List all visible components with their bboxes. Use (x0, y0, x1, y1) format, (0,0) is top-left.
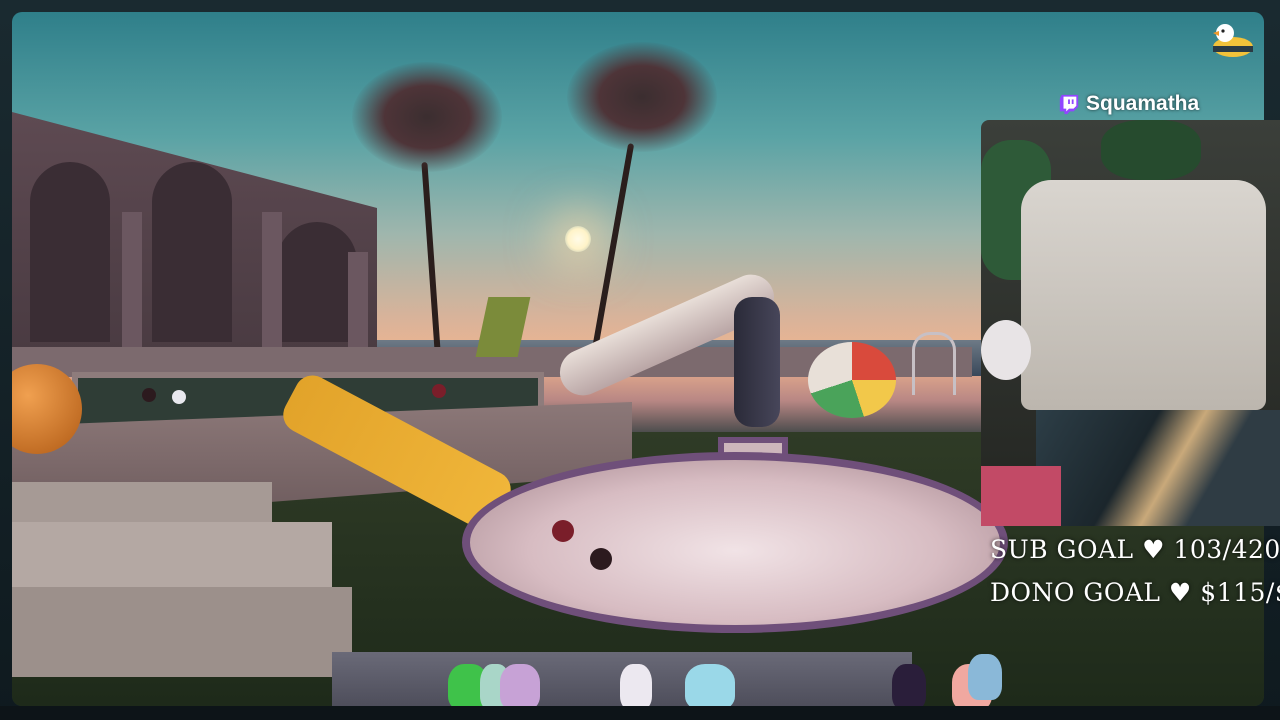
viewer-avatar (968, 654, 1002, 700)
villa-pillar (348, 252, 368, 352)
twitch-icon (1059, 94, 1079, 115)
sun (565, 226, 591, 252)
webcam-chair (1021, 180, 1266, 410)
bottom-bar (0, 706, 1280, 720)
webcam-blanket (1036, 410, 1280, 526)
duck-character (172, 390, 186, 404)
palm-tree-crown (352, 62, 502, 172)
stone-step (12, 522, 332, 592)
villa-arch (152, 162, 232, 342)
streamer-name: Squamatha (1086, 92, 1200, 115)
goals-panel: SUB GOAL ♥ 103/420 DONO GOAL ♥ $115/$500 (990, 535, 1280, 607)
beach-ball (808, 342, 896, 418)
tube-slide-exit (734, 297, 780, 427)
stream-frame: Squamatha SUB GOAL ♥ 103/420 DONO GOAL ♥… (0, 0, 1280, 720)
viewer-avatar (620, 664, 652, 710)
viewer-avatar (892, 664, 926, 710)
round-pool (462, 452, 1008, 633)
viewer-avatars (440, 650, 1020, 714)
duck-character (590, 548, 612, 570)
sub-goal: SUB GOAL ♥ 103/420 (990, 535, 1280, 564)
webcam-feed (981, 120, 1280, 526)
villa-arch (277, 222, 357, 342)
palm-tree-trunk (421, 162, 441, 352)
streamer-tag: Squamatha (1058, 90, 1199, 118)
villa-arch (30, 162, 110, 342)
dono-goal: DONO GOAL ♥ $115/$500 (990, 578, 1280, 607)
stone-step (12, 587, 352, 677)
pool-ladder (912, 332, 956, 395)
webcam-plant (1101, 120, 1201, 180)
duck-character (432, 384, 446, 398)
viewer-avatar (685, 664, 735, 710)
webcam-fluffy-toy (981, 320, 1031, 380)
palm-tree-trunk (591, 143, 635, 351)
villa-pillar (122, 212, 142, 352)
viewer-avatar (500, 664, 540, 710)
villa-pillar (262, 212, 282, 352)
palm-tree-crown (567, 42, 717, 152)
rubber-duck-icon (1213, 24, 1253, 57)
webcam-pink-object (981, 466, 1061, 526)
duck-character (552, 520, 574, 542)
duck-character (142, 388, 156, 402)
